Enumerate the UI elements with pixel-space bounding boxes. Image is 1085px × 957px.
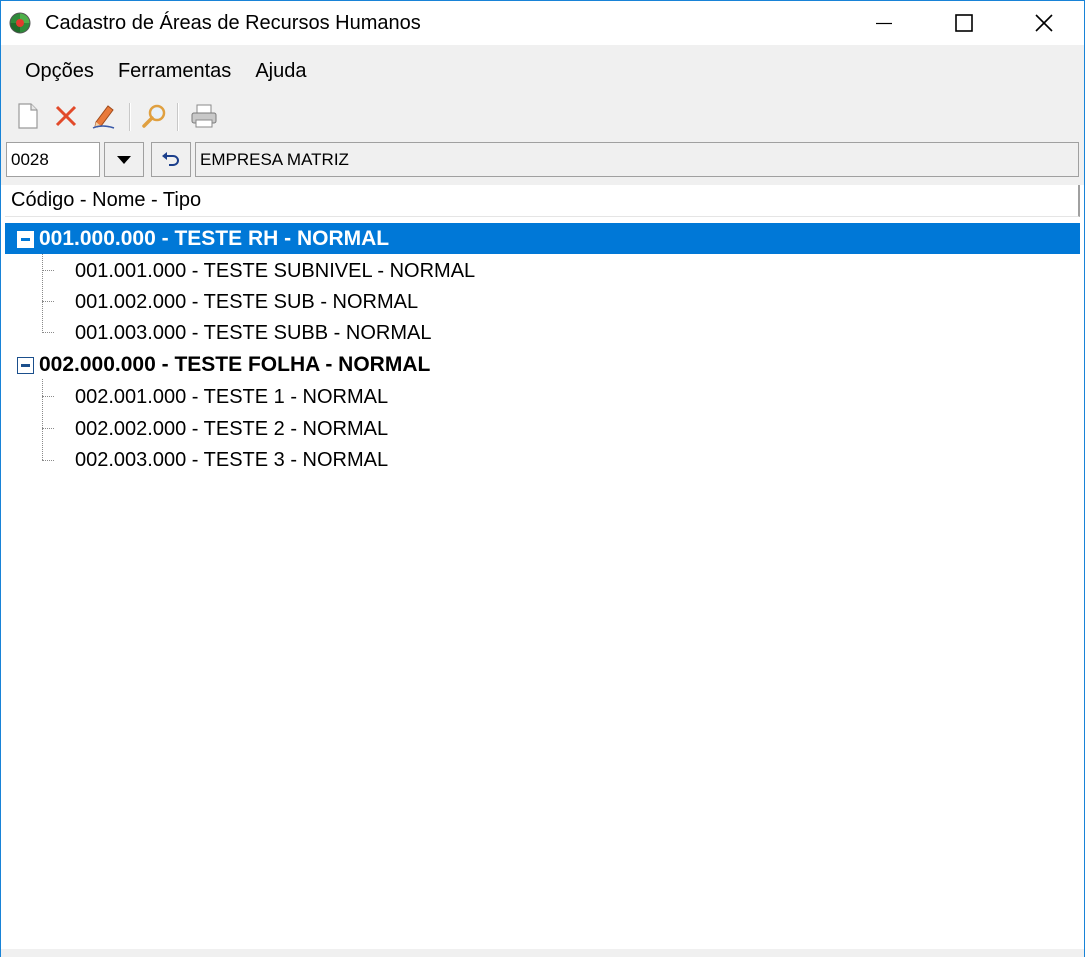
undo-arrow-icon [162, 151, 179, 166]
delete-icon [55, 105, 77, 127]
toolbar-separator [129, 103, 131, 131]
tree-node-child[interactable]: 001.003.000 - TESTE SUBB - NORMAL [5, 317, 1080, 348]
tree-view[interactable]: 001.000.000 - TESTE RH - NORMAL 001.001.… [5, 222, 1080, 949]
toolbar [1, 97, 1084, 137]
delete-button[interactable] [51, 101, 81, 131]
maximize-icon [955, 14, 973, 32]
chevron-down-icon [117, 155, 131, 164]
menu-ajuda[interactable]: Ajuda [243, 53, 318, 89]
tree-node-label: 001.001.000 - TESTE SUBNIVEL - NORMAL [75, 260, 476, 282]
tree-node-child[interactable]: 002.002.000 - TESTE 2 - NORMAL [5, 413, 1080, 444]
toolbar-separator [177, 103, 179, 131]
print-button[interactable] [189, 101, 219, 131]
status-bar [1, 949, 1084, 957]
menu-ferramentas[interactable]: Ferramentas [106, 53, 243, 89]
tree-node-child[interactable]: 001.002.000 - TESTE SUB - NORMAL [5, 286, 1080, 317]
tree-node-label: 002.000.000 - TESTE FOLHA - NORMAL [39, 353, 431, 376]
tree-node-label: 002.002.000 - TESTE 2 - NORMAL [75, 418, 389, 440]
window-title: Cadastro de Áreas de Recursos Humanos [45, 12, 421, 34]
company-name-field: EMPRESA MATRIZ [195, 142, 1079, 177]
search-magnifier-icon [142, 104, 166, 128]
search-button[interactable] [139, 101, 169, 131]
collapse-toggle-icon[interactable] [17, 357, 34, 374]
new-button[interactable] [13, 101, 43, 131]
tree-node-label: 001.003.000 - TESTE SUBB - NORMAL [75, 322, 432, 344]
tree-node-child[interactable]: 001.001.000 - TESTE SUBNIVEL - NORMAL [5, 255, 1080, 286]
tree-node-child[interactable]: 002.003.000 - TESTE 3 - NORMAL [5, 444, 1080, 475]
tree-node-label: 002.001.000 - TESTE 1 - NORMAL [75, 386, 389, 408]
undo-button[interactable] [151, 142, 191, 177]
tree-column-header[interactable]: Código - Nome - Tipo [5, 185, 1080, 217]
print-icon [191, 104, 217, 128]
company-dropdown-button[interactable] [104, 142, 144, 177]
menu-bar: Opções Ferramentas Ajuda [1, 45, 318, 97]
app-window: Cadastro de Áreas de Recursos Humanos Op… [0, 0, 1085, 957]
app-logo-icon [9, 12, 31, 34]
tree-node-child[interactable]: 002.001.000 - TESTE 1 - NORMAL [5, 381, 1080, 412]
edit-button[interactable] [89, 101, 119, 131]
tree-node-group-001[interactable]: 001.000.000 - TESTE RH - NORMAL [5, 223, 1080, 254]
minimize-icon [876, 22, 892, 25]
collapse-toggle-icon[interactable] [17, 231, 34, 248]
tree-node-label: 002.003.000 - TESTE 3 - NORMAL [75, 449, 389, 471]
minimize-button[interactable] [844, 1, 924, 45]
company-code-field[interactable]: 0028 [6, 142, 100, 177]
maximize-button[interactable] [924, 1, 1004, 45]
tree-node-label: 001.002.000 - TESTE SUB - NORMAL [75, 291, 419, 313]
menu-opcoes[interactable]: Opções [13, 53, 106, 89]
close-icon [1035, 14, 1053, 32]
tree-node-label: 001.000.000 - TESTE RH - NORMAL [39, 227, 390, 250]
title-bar[interactable]: Cadastro de Áreas de Recursos Humanos [1, 1, 1084, 45]
edit-pencil-icon [92, 105, 115, 129]
tree-node-group-002[interactable]: 002.000.000 - TESTE FOLHA - NORMAL [5, 349, 1080, 380]
new-document-icon [18, 103, 38, 129]
close-button[interactable] [1004, 1, 1084, 45]
